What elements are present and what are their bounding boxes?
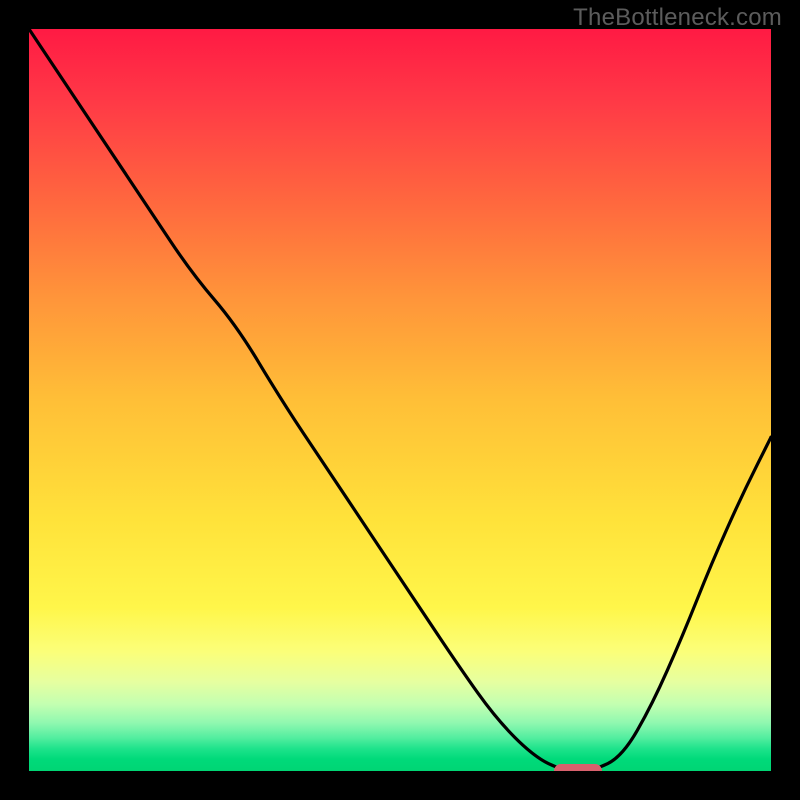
curve-layer [29, 29, 771, 771]
bottleneck-curve [29, 29, 771, 771]
optimal-marker [554, 764, 602, 771]
plot-area [29, 29, 771, 771]
chart-frame: TheBottleneck.com [0, 0, 800, 800]
watermark-text: TheBottleneck.com [573, 4, 782, 32]
